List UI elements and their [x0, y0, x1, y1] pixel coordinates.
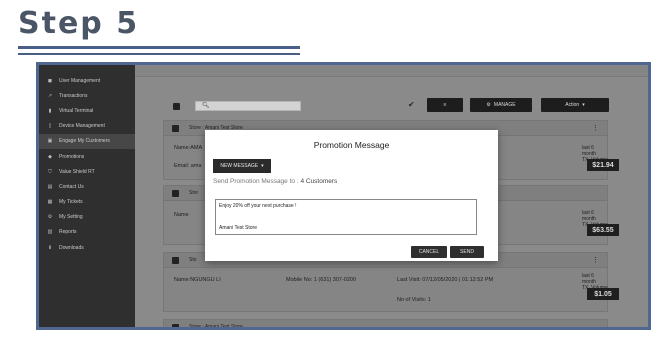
spent-value: $1.05 — [587, 288, 619, 300]
action-label: Action — [565, 102, 580, 108]
engage-icon: ▣ — [47, 138, 53, 145]
send-to-text: Send Promotion Message to : 4 Customers — [213, 178, 337, 185]
select-all-checkbox[interactable] — [173, 103, 180, 110]
card-checkbox[interactable] — [172, 189, 179, 197]
more-options-icon[interactable]: ⋮ — [592, 124, 599, 132]
search-icon: 🔍︎ — [202, 103, 210, 109]
card-header: Store : Amani Test Store — [164, 320, 607, 330]
sidebar: ◼ User Management ↗ Transactions ▮ Virtual … — [39, 65, 135, 327]
card-store: Stor — [189, 190, 199, 196]
customer-email: Email: ama — [174, 163, 202, 169]
sidebar-item-label: Device Management — [59, 123, 105, 130]
spent-value: $21.94 — [587, 159, 619, 171]
gear-icon: ⚙ — [47, 214, 53, 221]
send-button[interactable]: SEND — [450, 246, 484, 258]
spent-period: last 6 month — [582, 273, 596, 285]
caret-down-icon: ▾ — [582, 102, 585, 108]
sidebar-item-label: Value Shield RT — [59, 168, 95, 175]
sidebar-item-label: Downloads — [59, 244, 84, 251]
sidebar-item-device-management[interactable]: ▯ Device Management — [39, 119, 135, 134]
sidebar-item-user-management[interactable]: ◼ User Management — [39, 73, 135, 88]
title-underline-secondary — [18, 53, 300, 55]
new-message-dropdown[interactable]: NEW MESSAGE ▾ — [213, 159, 271, 173]
filter-button[interactable]: ≡ — [427, 98, 463, 112]
customer-visits: No of Visits: 1 — [397, 297, 431, 303]
new-message-label: NEW MESSAGE — [220, 163, 259, 169]
sidebar-item-label: User Management — [59, 77, 101, 84]
customer-card: Sto ⋮ Name:NGUNGU LI Mobile No: 1 (631) … — [163, 252, 619, 312]
customer-name: Name:NGUNGU LI — [174, 277, 221, 283]
slide-title: Step 5 — [18, 6, 140, 41]
sidebar-item-label: Transactions — [59, 92, 88, 99]
sidebar-item-transactions[interactable]: ↗ Transactions — [39, 88, 135, 103]
manage-button[interactable]: ⚙ MANAGE — [470, 98, 532, 112]
message-line-2: Amani Test Store — [219, 225, 257, 231]
app-screenshot-frame: ◼ User Management ↗ Transactions ▮ Virtual … — [36, 62, 651, 330]
terminal-icon: ▮ — [48, 107, 52, 114]
sidebar-item-engage-my-customers[interactable]: ▣ Engage My Customers — [39, 133, 135, 149]
device-icon: ▯ — [48, 123, 52, 130]
top-bar — [135, 65, 648, 77]
slide: Step 5 ◼ User Management ↗ Transactions ▮ V… — [0, 0, 670, 350]
sidebar-item-label: Virtual Terminal — [59, 107, 94, 114]
card-checkbox[interactable] — [172, 323, 179, 327]
title-underline — [18, 46, 300, 49]
tag-icon: ◆ — [48, 153, 52, 160]
users-icon: ◼ — [47, 77, 53, 84]
message-line-1: Enjoy 20% off your next purchase ! — [219, 203, 297, 209]
sidebar-item-label: My Setting — [59, 214, 83, 221]
spent-value: $63.55 — [587, 224, 619, 236]
sidebar-item-label: Engage My Customers — [59, 138, 110, 145]
sidebar-item-contact-us[interactable]: ▤ Contact Us — [39, 179, 135, 194]
customer-name: Name:AMA — [174, 145, 203, 151]
send-to-count: 4 Customers — [300, 178, 338, 185]
action-button[interactable]: Action ▾ — [541, 98, 609, 112]
reports-icon: ▥ — [47, 229, 53, 236]
sidebar-item-promotions[interactable]: ◆ Promotions — [39, 149, 135, 164]
filter-icon: ≡ — [443, 102, 447, 108]
shield-icon: ⛉ — [48, 168, 52, 175]
card-checkbox[interactable] — [172, 124, 179, 132]
contact-icon: ▤ — [47, 183, 53, 190]
sidebar-item-my-setting[interactable]: ⚙ My Setting — [39, 210, 135, 225]
sidebar-item-label: Contact Us — [59, 183, 84, 190]
sidebar-item-reports[interactable]: ▥ Reports — [39, 225, 135, 240]
customer-card: Store : Amani Test Store — [163, 319, 608, 330]
search-input[interactable]: 🔍︎ — [195, 101, 301, 111]
dialog-title: Promotion Message — [313, 140, 390, 150]
ticket-icon: ▦ — [47, 199, 53, 206]
sidebar-item-label: Promotions — [59, 153, 85, 160]
spent-period: last 6 month — [582, 145, 596, 157]
customer-name: Name — [174, 212, 189, 218]
download-icon: ⬇ — [47, 244, 53, 251]
customer-mobile: Mobile No: 1 (631) 307-0200 — [286, 277, 357, 283]
send-to-prefix: Send Promotion Message to : — [213, 178, 299, 185]
sidebar-item-virtual-terminal[interactable]: ▮ Virtual Terminal — [39, 103, 135, 118]
transactions-icon: ↗ — [47, 92, 53, 99]
sidebar-item-label: Reports — [59, 229, 77, 236]
manage-label: MANAGE — [493, 102, 516, 108]
customer-last-visit: Last Visit: 07/12/05/2020 | 01:12:52 PM — [397, 277, 494, 283]
promotion-message-dialog: Promotion Message NEW MESSAGE ▾ Send Prom… — [205, 130, 498, 261]
gear-icon: ⚙ — [486, 102, 491, 108]
sidebar-item-downloads[interactable]: ⬇ Downloads — [39, 240, 135, 255]
sidebar-item-label: My Tickets — [59, 199, 83, 206]
sidebar-item-my-tickets[interactable]: ▦ My Tickets — [39, 195, 135, 210]
checkmark-icon[interactable]: ✔ — [408, 100, 415, 109]
caret-down-icon: ▾ — [261, 163, 264, 169]
card-store: Store : Amani Test Store — [189, 324, 243, 330]
message-textarea[interactable]: Enjoy 20% off your next purchase ! Amani… — [215, 199, 477, 235]
more-options-icon[interactable]: ⋮ — [592, 256, 599, 264]
cancel-button[interactable]: CANCEL — [411, 246, 447, 258]
card-store: Sto — [189, 257, 197, 263]
spent-period: last 6 month — [582, 210, 596, 222]
card-checkbox[interactable] — [172, 256, 179, 264]
sidebar-item-value-shield[interactable]: ⛉ Value Shield RT — [39, 164, 135, 179]
